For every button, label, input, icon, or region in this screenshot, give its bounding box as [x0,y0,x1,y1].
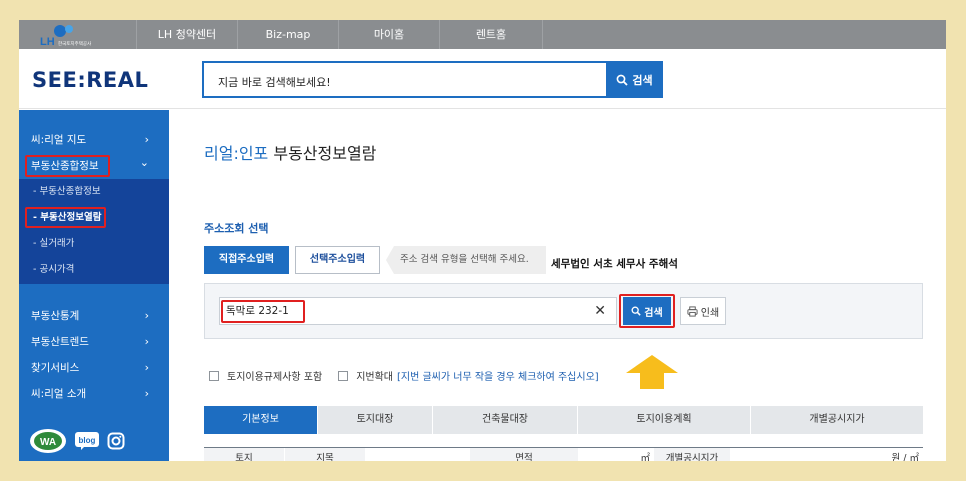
sidebar-item-about[interactable]: 씨:리얼 소개 › [19,381,169,407]
page-title-highlight: 리얼:인포 [204,144,269,163]
lh-logo-cell[interactable]: LH 한국토지주택공사 [19,20,137,49]
table-header-category: 지목 [285,448,365,461]
tab-hint: 주소 검색 유형을 선택해 주세요. [386,246,546,274]
highlight-box [221,300,305,323]
arrow-up-icon [626,355,678,389]
watermark-text: 세무법인 서초 세무사 주해석 [551,258,678,270]
info-tabs: 기본정보 토지대장 건축물대장 토지이용계획 개별공시지가 [204,406,923,434]
table-header-land-price: 개별공시지가 [654,448,730,461]
chevron-down-icon: ⌄ [139,156,149,169]
instagram-icon[interactable] [107,432,125,450]
table-header-land: 토지 [204,448,284,461]
blog-icon[interactable]: blog [75,432,99,450]
print-button-label: 인쇄 [700,307,720,319]
submenu-item-transaction[interactable]: - 실거래가 [19,231,169,257]
chevron-right-icon: › [144,309,149,322]
submenu-item-price[interactable]: - 공시가격 [19,257,169,283]
chevron-right-icon: › [144,335,149,348]
highlight-box [619,294,675,328]
printer-icon [687,305,698,317]
enlarge-lot-checkbox[interactable] [338,370,349,381]
tab-land-register[interactable]: 토지대장 [318,406,433,434]
enlarge-lot-label: 지번확대 [356,372,393,383]
chevron-right-icon: › [144,361,149,374]
tab-basic-info[interactable]: 기본정보 [204,406,318,434]
main-content: 리얼:인포 부동산정보열람 주소조회 선택 직접주소입력 선택주소입력 주소 검… [169,110,946,461]
enlarge-lot-note: [지번 글씨가 너무 작을 경우 체크하여 주십시오] [397,372,599,383]
table-unit-area: ㎡ [640,453,650,461]
sidebar-item-label: 씨:리얼 지도 [31,134,87,146]
page-title: 리얼:인포 부동산정보열람 [204,140,376,164]
chevron-right-icon: › [144,387,149,400]
section-title: 주소조회 선택 [204,222,269,235]
sidebar-item-label: 찾기서비스 [31,362,80,374]
nav-item-lh-apply[interactable]: LH 청약센터 [137,20,238,49]
web-accessibility-badge-icon[interactable]: WA [29,428,67,454]
search-options: 토지이용규제사항 포함 지번확대 [지번 글씨가 너무 작을 경우 체크하여 주… [209,368,599,383]
tab-building-register[interactable]: 건축물대장 [433,406,578,434]
tab-select-address[interactable]: 선택주소입력 [295,246,380,274]
page-title-rest: 부동산정보열람 [268,144,377,163]
sidebar-item-label: 부동산트렌드 [31,336,89,348]
include-regulation-checkbox[interactable] [209,370,219,381]
sidebar-item-trend[interactable]: 부동산트렌드 › [19,329,169,355]
site-header: SEE:REAL 지금 바로 검색해보세요! 검색 [19,49,946,109]
sidebar-item-find-service[interactable]: 찾기서비스 › [19,355,169,381]
global-search-button[interactable]: 검색 [606,61,663,98]
lh-logo-subtext: 한국토지주택공사 [58,40,92,47]
sidebar-badges: WA blog [29,428,125,454]
brand-logo[interactable]: SEE:REAL [32,68,148,92]
sidebar-submenu: - 부동산종합정보 - 부동산정보열람 - 실거래가 - 공시가격 [19,179,169,284]
top-navigation: LH 한국토지주택공사 LH 청약센터 Biz-map 마이홈 렌트홈 [19,20,946,49]
nav-item-myhome[interactable]: 마이홈 [339,20,440,49]
clear-icon[interactable]: ✕ [594,298,606,324]
tab-direct-address[interactable]: 직접주소입력 [204,246,289,274]
highlight-box [25,207,106,228]
search-icon [616,74,629,86]
include-regulation-label: 토지이용규제사항 포함 [227,372,323,383]
table-header-area: 면적 [470,448,578,461]
badge-wa-text: WA [40,437,56,448]
highlight-box [25,155,110,177]
sidebar: 씨:리얼 지도 › 부동산종합정보 ⌄ - 부동산종합정보 - 부동산정보열람 … [19,110,169,461]
lh-logo-icon: LH 한국토지주택공사 [40,25,92,47]
global-search-button-label: 검색 [632,73,653,87]
global-search-input[interactable]: 지금 바로 검색해보세요! [202,61,606,98]
print-button[interactable]: 인쇄 [680,297,726,325]
submenu-item-summary[interactable]: - 부동산종합정보 [19,179,169,205]
address-search-panel: 독막로 232-1 ✕ 검색 인쇄 [204,283,923,339]
sidebar-item-label: 부동산통계 [31,310,80,322]
nav-item-bizmap[interactable]: Biz-map [238,20,339,49]
basic-info-table: 토지 지목 면적 ㎡ 개별공시지가 원 / ㎡ [204,447,923,461]
nav-item-renthome[interactable]: 렌트홈 [440,20,543,49]
tab-land-price[interactable]: 개별공시지가 [751,406,923,434]
lh-logo-text: LH [40,36,55,47]
badge-blog-text: blog [79,436,96,445]
sidebar-item-label: 씨:리얼 소개 [31,388,87,400]
sidebar-item-statistics[interactable]: 부동산통계 › [19,303,169,329]
tab-land-use-plan[interactable]: 토지이용계획 [578,406,751,434]
browser-page: LH 한국토지주택공사 LH 청약센터 Biz-map 마이홈 렌트홈 SEE:… [19,20,946,461]
table-unit-price: 원 / ㎡ [891,453,919,461]
